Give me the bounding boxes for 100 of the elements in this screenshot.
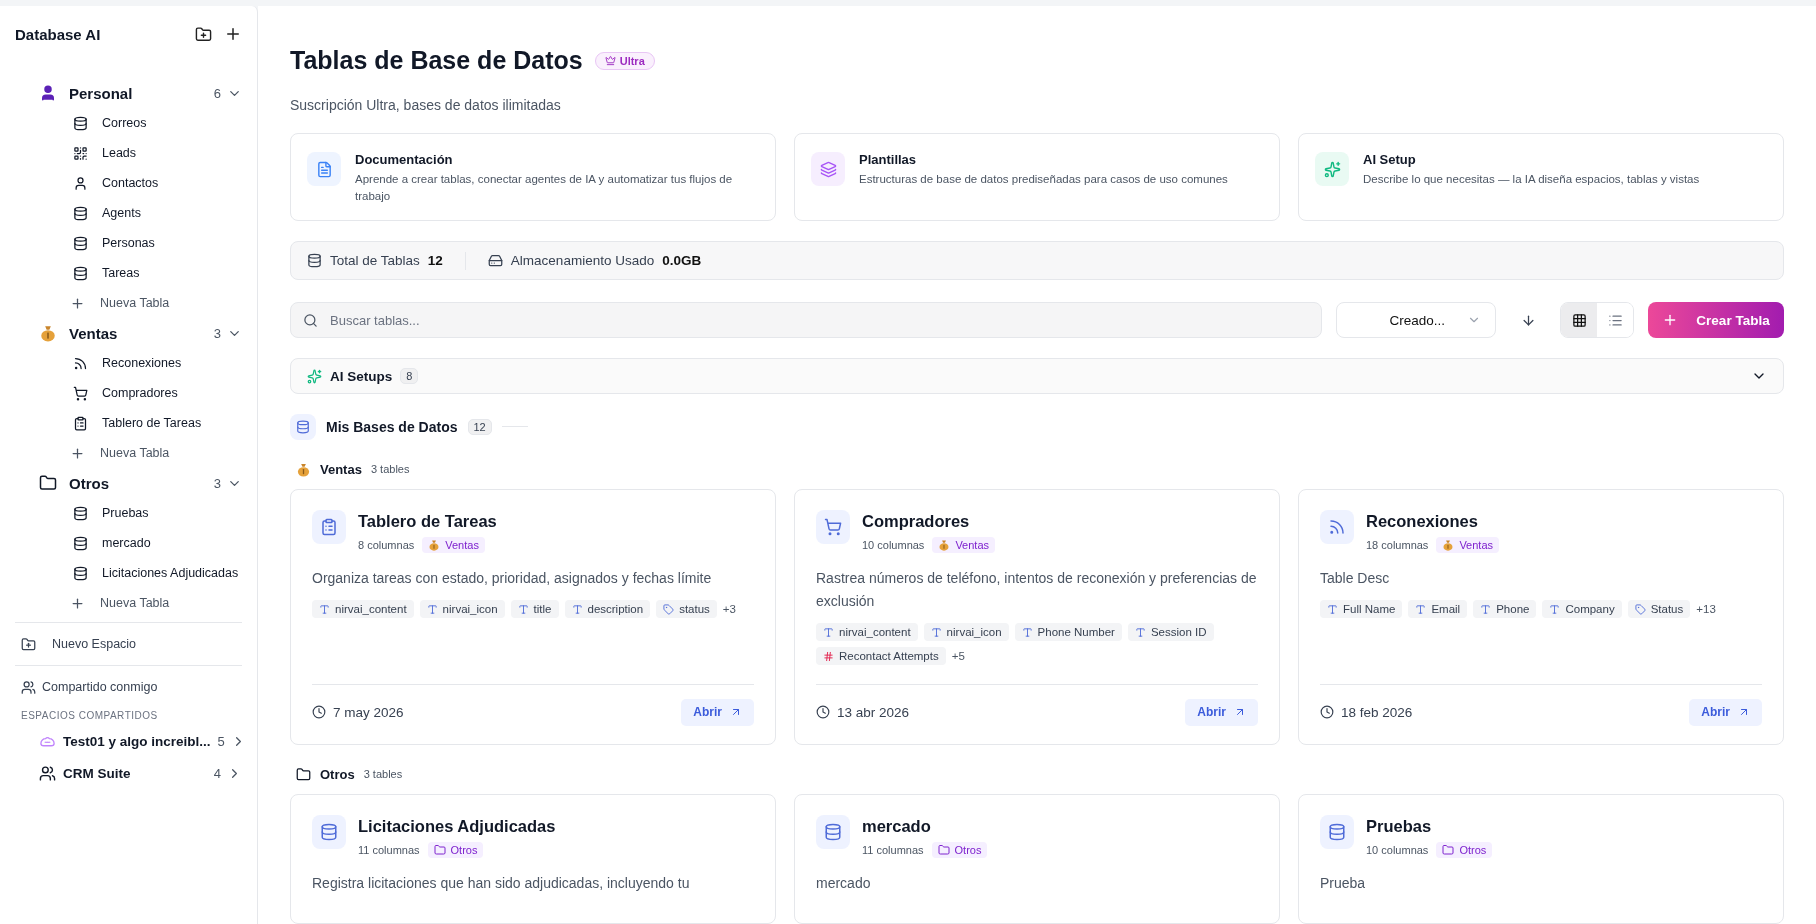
sidebar-table-item[interactable]: Leads bbox=[15, 138, 242, 168]
shared-space-item[interactable]: CRM Suite 4 bbox=[15, 757, 242, 789]
more-count: +13 bbox=[1696, 603, 1716, 615]
table-card[interactable]: Licitaciones Adjudicadas 11 columnas Otros Registra licitaciones que han sido adjudicadas, incluyendo tu bbox=[290, 793, 776, 924]
space-header[interactable]: Otros 3 bbox=[15, 468, 242, 498]
open-button[interactable]: Abrir bbox=[1185, 698, 1258, 726]
search-icon bbox=[303, 312, 318, 328]
count-badge: 12 bbox=[467, 418, 492, 435]
sidebar-table-item[interactable]: Compradores bbox=[15, 378, 242, 408]
column-count: 11 columnas bbox=[358, 843, 420, 856]
info-card-text: Aprende a crear tablas, conectar agentes de IA y automatizar tus flujos de trabajo bbox=[355, 172, 734, 204]
more-count: +5 bbox=[951, 650, 965, 663]
space-header[interactable]: Ventas 3 bbox=[15, 318, 242, 348]
sidebar-table-item[interactable]: Personas bbox=[15, 228, 242, 258]
add-folder-icon bbox=[21, 636, 36, 652]
table-card[interactable]: Tablero de Tareas 8 columnas Ventas Organiza tareas con estado, prioridad, asignados y fechas límite nirvai_content nirvai_icon title description status +3 7 may 2026 Abrir bbox=[290, 488, 776, 745]
info-card[interactable]: AI Setup Describe lo que necesitas — la IA diseña espacios, tablas y vistas bbox=[1298, 133, 1784, 221]
table-card[interactable] bbox=[794, 488, 1280, 745]
page-subtitle: Suscripción Ultra, bases de datos ilimitadas bbox=[290, 97, 562, 113]
view-toggle-button[interactable] bbox=[1561, 303, 1597, 338]
sparkles-icon bbox=[1323, 160, 1341, 178]
new-space-button[interactable]: Nuevo Espacio bbox=[15, 627, 242, 661]
group-count: 3 tables bbox=[370, 463, 410, 476]
space-header[interactable]: Personal 6 bbox=[15, 78, 242, 108]
section-heading: ESPACIOS COMPARTIDOS bbox=[20, 709, 159, 723]
info-card[interactable]: Plantillas Estructuras de base de datos prediseñadas para casos de uso comunes bbox=[794, 133, 1280, 221]
database-icon bbox=[307, 253, 322, 269]
column-count: 10 columnas bbox=[862, 538, 925, 551]
money-bag-icon bbox=[1442, 538, 1455, 551]
add-icon[interactable] bbox=[224, 25, 242, 43]
shared-space-item[interactable]: Test01 y algo increibl... 5 bbox=[15, 725, 242, 757]
field-tag: status bbox=[656, 600, 717, 618]
table-card[interactable]: Reconexiones 18 columnas Ventas Table Desc Full Name Email Phone Company Status +13 18 feb 2026 Abrir bbox=[1298, 488, 1784, 745]
text-type-icon bbox=[1415, 603, 1427, 615]
text-type-icon bbox=[930, 626, 942, 638]
text-type-icon bbox=[319, 603, 330, 615]
plus-icon bbox=[70, 595, 85, 611]
sidebar-table-item[interactable]: Tablero de Tareas bbox=[15, 408, 242, 438]
ai-setups-panel[interactable]: AI Setups 8 bbox=[290, 358, 1784, 394]
section-title: Mis Bases de Datos bbox=[326, 418, 458, 435]
field-tag: Phone bbox=[1473, 600, 1537, 618]
group-badge: Ventas bbox=[932, 536, 995, 553]
info-card-title: Plantillas bbox=[859, 152, 918, 167]
card-description: Organiza tareas con estado, prioridad, asignados y fechas límite bbox=[312, 568, 713, 588]
text-type-icon bbox=[823, 626, 834, 638]
card-description: Registra licitaciones que han sido adjudicadas, incluyendo tu bbox=[312, 873, 691, 893]
info-card-text: Describe lo que necesitas — la IA diseña espacios, tablas y vistas bbox=[1363, 172, 1700, 187]
sort-dropdown[interactable]: Creado... bbox=[1336, 302, 1496, 339]
group-badge: Otros bbox=[1436, 841, 1493, 858]
open-button[interactable]: Abrir bbox=[681, 698, 754, 726]
table-card[interactable]: mercado 11 columnas Otros mercado bbox=[794, 793, 1280, 924]
card-description: Rastrea números de teléfono, intentos de reconexión y preferencias de exclusión bbox=[816, 568, 1258, 611]
open-button[interactable]: Abrir bbox=[1689, 698, 1762, 726]
sidebar-table-item[interactable]: Tareas bbox=[15, 258, 242, 288]
info-card-title: Documentación bbox=[355, 152, 454, 167]
clipboard-icon bbox=[73, 415, 88, 431]
sidebar-table-item[interactable]: Agents bbox=[15, 198, 242, 228]
sidebar-table-item[interactable]: mercado bbox=[15, 528, 242, 558]
count-badge: 8 bbox=[400, 368, 419, 384]
card-description: Table Desc bbox=[1320, 568, 1391, 588]
sidebar-table-item[interactable]: Correos bbox=[15, 108, 242, 138]
card-title: Tablero de Tareas bbox=[358, 511, 497, 531]
group-badge: Ventas bbox=[422, 536, 485, 553]
rss-icon bbox=[1328, 517, 1346, 536]
plus-icon bbox=[70, 295, 85, 311]
rss-icon bbox=[73, 355, 88, 371]
database-icon bbox=[296, 419, 310, 434]
money-bag-icon bbox=[428, 538, 441, 551]
qr-code-icon bbox=[73, 145, 88, 161]
text-type-icon bbox=[426, 603, 438, 615]
new-table-link[interactable]: Nueva Tabla bbox=[15, 588, 242, 618]
field-tag: nirvai_content bbox=[312, 600, 414, 618]
sidebar-table-item[interactable]: Licitaciones Adjudicadas bbox=[15, 558, 242, 588]
new-table-link[interactable]: Nueva Tabla bbox=[15, 438, 242, 468]
group-badge: Otros bbox=[427, 841, 484, 858]
hash-icon bbox=[823, 650, 834, 662]
sidebar-table-item[interactable]: Pruebas bbox=[15, 498, 242, 528]
new-table-link[interactable]: Nueva Tabla bbox=[15, 288, 242, 318]
create-table-button[interactable]: Crear Tabla bbox=[1648, 302, 1784, 339]
shared-with-me-link[interactable]: Compartido conmigo bbox=[15, 670, 242, 704]
database-icon bbox=[320, 822, 338, 841]
field-tag: Email bbox=[1408, 600, 1468, 618]
card-date: 7 may 2026 bbox=[312, 704, 404, 720]
database-icon bbox=[73, 205, 88, 221]
database-icon bbox=[73, 115, 88, 131]
database-icon bbox=[824, 822, 842, 841]
text-type-icon bbox=[1134, 626, 1146, 638]
money-bag-icon bbox=[938, 538, 951, 551]
info-card[interactable]: Documentación Aprende a crear tablas, conectar agentes de IA y automatizar tus flujos de trabajo bbox=[290, 133, 776, 221]
add-folder-icon[interactable] bbox=[195, 25, 212, 43]
sidebar-table-item[interactable]: Contactos bbox=[15, 168, 242, 198]
database-icon bbox=[73, 505, 88, 521]
clock-icon bbox=[816, 705, 830, 720]
page-title: Tablas de Base de Datos bbox=[290, 46, 583, 75]
stat-value: 12 bbox=[427, 253, 443, 269]
table-card[interactable]: Pruebas 10 columnas Otros Prueba bbox=[1298, 793, 1784, 924]
sparkles-icon bbox=[307, 368, 322, 384]
field-tag: Full Name bbox=[1320, 600, 1403, 618]
person-icon bbox=[73, 175, 88, 191]
sidebar-table-item[interactable]: Reconexiones bbox=[15, 348, 242, 378]
